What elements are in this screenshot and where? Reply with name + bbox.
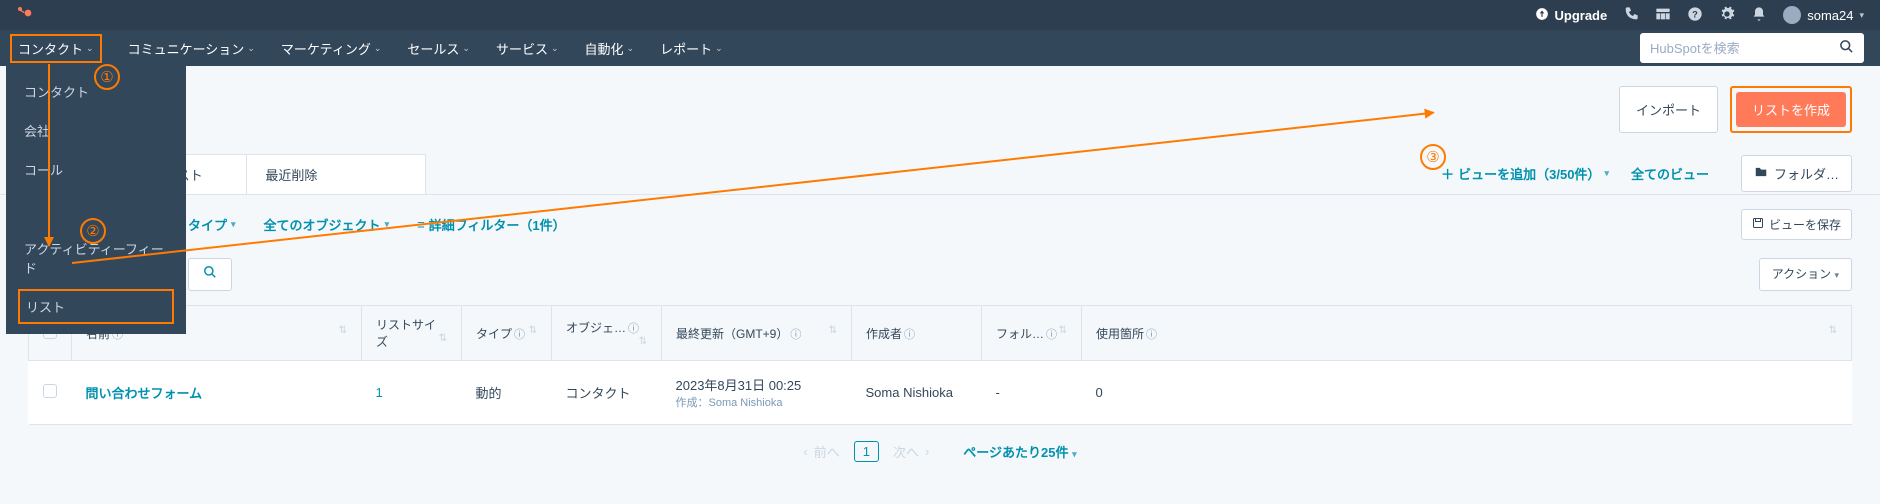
chevron-right-icon: ›: [925, 444, 929, 459]
nav-communication[interactable]: コミュニケーション⌄: [128, 34, 255, 63]
dropdown-contacts[interactable]: コンタクト: [6, 72, 186, 111]
list-updated-sub: 作成：Soma Nishioka: [676, 394, 838, 410]
user-menu[interactable]: soma24 ▾: [1783, 6, 1864, 24]
prev-button[interactable]: ‹前へ: [803, 442, 839, 461]
next-button[interactable]: 次へ›: [893, 442, 929, 461]
contacts-dropdown: コンタクト 会社 コール アクティビティーフィード リスト: [6, 64, 186, 334]
nav-contacts[interactable]: コンタクト⌄: [10, 34, 102, 63]
search-row: アクション ▾: [0, 254, 1880, 305]
nav-report[interactable]: レポート⌄: [660, 34, 723, 63]
per-page-dropdown[interactable]: ページあたり25件 ▾: [963, 442, 1076, 461]
list-name-link[interactable]: 問い合わせフォーム: [86, 386, 203, 401]
username-label: soma24: [1807, 8, 1853, 23]
import-button[interactable]: インポート: [1619, 86, 1718, 133]
info-icon[interactable]: ⓘ: [904, 329, 915, 341]
settings-icon[interactable]: [1719, 6, 1735, 25]
chevron-down-icon: ▾: [1604, 168, 1609, 179]
list-type: 動的: [476, 386, 502, 401]
chevron-down-icon: ⌄: [374, 43, 382, 54]
list-updated: 2023年8月31日 00:25: [676, 375, 838, 394]
create-list-button[interactable]: リストを作成: [1736, 92, 1846, 127]
sort-icon[interactable]: ⇅: [339, 325, 347, 336]
chevron-down-icon: ▾: [1834, 270, 1839, 280]
actions-dropdown[interactable]: アクション ▾: [1759, 258, 1852, 291]
table-search-button[interactable]: [188, 258, 232, 291]
info-icon[interactable]: ⓘ: [790, 329, 801, 341]
folder-icon: [1754, 165, 1768, 182]
list-creator: Soma Nishioka: [866, 385, 953, 400]
chevron-down-icon: ⌄: [551, 43, 559, 54]
chevron-down-icon: ▾: [231, 219, 236, 230]
topbar: Upgrade ? soma24 ▾: [0, 0, 1880, 30]
folder-button[interactable]: フォルダ…: [1741, 155, 1852, 192]
tab-recent-delete[interactable]: 最近削除: [246, 154, 426, 194]
sort-icon[interactable]: ⇅: [639, 336, 647, 347]
marketplace-icon[interactable]: [1655, 6, 1671, 25]
avatar-icon: [1783, 6, 1801, 24]
chevron-down-icon: ⌄: [247, 43, 255, 54]
filter-advanced[interactable]: ≡詳細フィルター（1件）: [417, 215, 566, 234]
chevron-left-icon: ‹: [803, 444, 807, 459]
notifications-icon[interactable]: [1751, 6, 1767, 25]
phone-icon[interactable]: [1623, 6, 1639, 25]
save-icon: [1752, 217, 1764, 232]
filter-all-objects[interactable]: 全てのオブジェクト▾: [264, 215, 390, 234]
upgrade-button[interactable]: Upgrade: [1535, 7, 1607, 24]
sort-icon[interactable]: ⇅: [529, 325, 537, 336]
upgrade-icon: [1535, 7, 1549, 24]
info-icon[interactable]: ⓘ: [514, 329, 525, 341]
dropdown-calls[interactable]: コール: [6, 150, 186, 189]
info-icon[interactable]: ⓘ: [628, 323, 639, 335]
info-icon[interactable]: ⓘ: [1046, 329, 1057, 341]
help-icon[interactable]: ?: [1687, 6, 1703, 25]
checkbox-row[interactable]: [43, 384, 57, 398]
search-input[interactable]: [1650, 41, 1839, 56]
sort-icon[interactable]: ⇅: [829, 325, 837, 336]
plus-icon: ＋: [1441, 164, 1454, 183]
filter-type[interactable]: タイプ▾: [188, 215, 236, 234]
upgrade-label: Upgrade: [1554, 8, 1607, 23]
dropdown-lists[interactable]: リスト: [18, 289, 174, 324]
lists-table: 名前ⓘ⇅ リストサイズ⇅ タイプⓘ⇅ オブジェ…ⓘ⇅ 最終更新（GMT+9）ⓘ⇅…: [28, 305, 1852, 425]
dropdown-activity[interactable]: アクティビティーフィード: [6, 229, 186, 287]
search-icon[interactable]: [1839, 39, 1854, 57]
chevron-down-icon: ⌄: [715, 43, 723, 54]
nav-automation[interactable]: 自動化⌄: [585, 34, 635, 63]
list-folder: -: [996, 385, 1000, 400]
hubspot-logo-icon[interactable]: [16, 5, 32, 26]
chevron-down-icon: ▾: [385, 219, 390, 230]
chevron-down-icon: ▾: [1072, 449, 1077, 459]
page-number[interactable]: 1: [854, 441, 879, 462]
filters-row: タイプ▾ 全てのオブジェクト▾ ≡詳細フィルター（1件） ビューを保存: [0, 195, 1880, 254]
sort-icon[interactable]: ⇅: [1059, 325, 1067, 336]
pagination: ‹前へ 1 次へ› ページあたり25件 ▾: [0, 425, 1880, 478]
nav-marketing[interactable]: マーケティング⌄: [281, 34, 382, 63]
navbar: コンタクト⌄ コミュニケーション⌄ マーケティング⌄ セールス⌄ サービス⌄ 自…: [0, 30, 1880, 66]
table-row[interactable]: 問い合わせフォーム 1 動的 コンタクト 2023年8月31日 00:25作成：…: [29, 361, 1852, 425]
dropdown-companies[interactable]: 会社: [6, 111, 186, 150]
add-view-button[interactable]: ＋ビューを追加（3/50件）▾: [1441, 164, 1609, 183]
sort-icon[interactable]: ⇅: [439, 333, 447, 344]
chevron-down-icon: ⌄: [86, 43, 94, 54]
tabs-row: ✕ 使っていないリスト 最近削除 ＋ビューを追加（3/50件）▾ 全てのビュー …: [0, 153, 1880, 195]
create-list-highlight: リストを作成: [1730, 86, 1852, 133]
all-views-button[interactable]: 全てのビュー: [1631, 164, 1709, 183]
save-view-button[interactable]: ビューを保存: [1741, 209, 1852, 240]
nav-sales[interactable]: セールス⌄: [407, 34, 470, 63]
chevron-down-icon: ⌄: [627, 43, 635, 54]
list-object: コンタクト: [566, 386, 631, 401]
chevron-down-icon: ⌄: [462, 43, 470, 54]
nav-service[interactable]: サービス⌄: [496, 34, 559, 63]
sort-icon[interactable]: ⇅: [1829, 325, 1837, 336]
chevron-down-icon: ▾: [1859, 10, 1864, 21]
info-icon[interactable]: ⓘ: [1146, 329, 1157, 341]
global-search[interactable]: [1640, 33, 1864, 63]
list-usage: 0: [1096, 385, 1103, 400]
svg-text:?: ?: [1692, 9, 1698, 19]
filter-icon: ≡: [417, 217, 425, 232]
list-size: 1: [376, 385, 383, 400]
main-content: インポート リストを作成 ✕ 使っていないリスト 最近削除 ＋ビューを追加（3/…: [0, 66, 1880, 478]
